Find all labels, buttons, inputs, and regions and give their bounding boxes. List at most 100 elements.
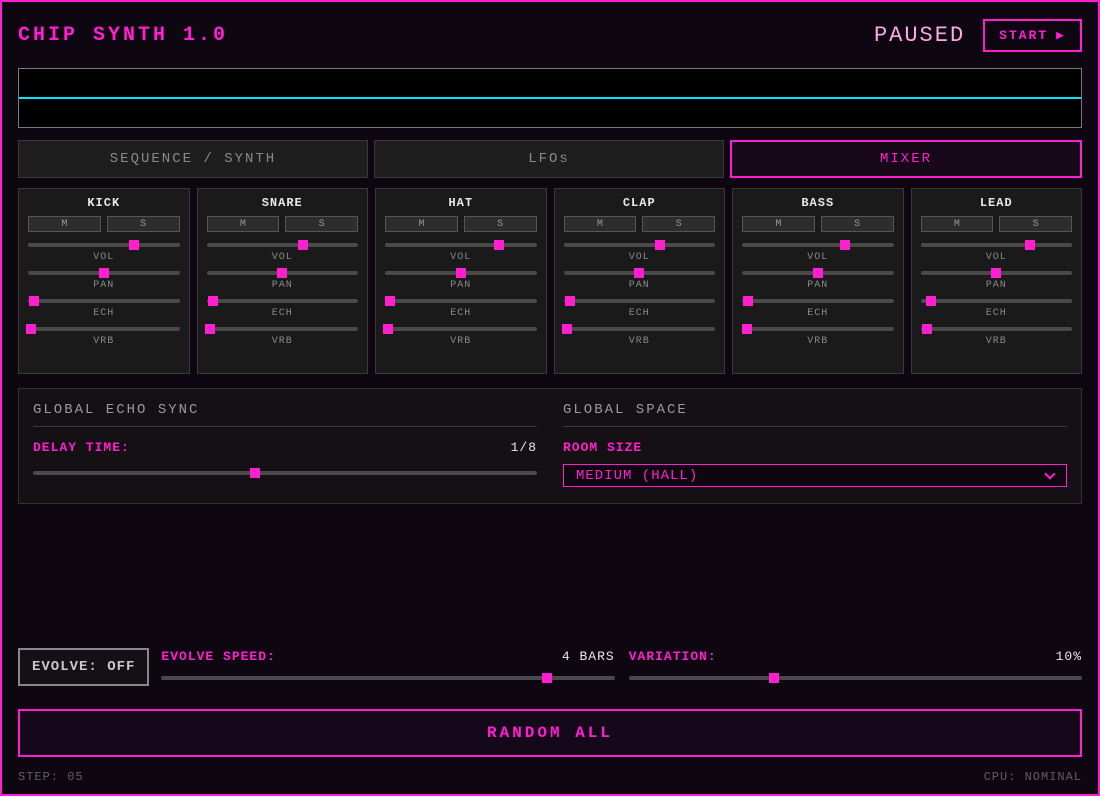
echo-slider[interactable] [920,295,1072,307]
solo-button[interactable]: S [999,216,1072,232]
slider-thumb[interactable] [204,324,215,334]
tab-sequence-synth[interactable]: SEQUENCE / SYNTH [18,140,368,178]
echo-slider[interactable] [28,295,180,307]
pan-slider[interactable] [920,267,1072,279]
vol-slider[interactable] [742,239,894,251]
slider-thumb[interactable] [384,296,395,306]
slider-thumb[interactable] [541,673,552,683]
reverb-slider[interactable] [26,323,180,335]
reverb-slider[interactable] [561,323,715,335]
global-echo-sync-section: GLOBAL ECHO SYNC DELAY TIME: 1/8 [33,402,537,487]
slider-track [206,299,358,303]
global-space-title: GLOBAL SPACE [563,402,1067,427]
delay-time-slider[interactable] [33,467,537,479]
reverb-slider[interactable] [204,323,358,335]
slider-track [385,299,537,303]
global-echo-sync-title: GLOBAL ECHO SYNC [33,402,537,427]
variation-slider[interactable] [628,672,1083,684]
room-size-select[interactable]: MEDIUM (HALL) [563,464,1067,487]
mute-solo-row: M S [206,216,358,232]
solo-button[interactable]: S [285,216,358,232]
slider-thumb[interactable] [383,324,394,334]
mute-button[interactable]: M [742,216,815,232]
reverb-slider[interactable] [741,323,894,335]
slider-thumb[interactable] [840,240,851,250]
variation-value: 10% [1055,649,1083,664]
solo-button[interactable]: S [106,216,180,232]
reverb-slider[interactable] [920,323,1072,335]
slider-thumb[interactable] [249,468,260,478]
mute-button[interactable]: M [28,216,101,232]
slider-thumb[interactable] [29,296,40,306]
pan-slider[interactable] [742,267,894,279]
room-size-label: ROOM SIZE [563,440,643,455]
slider-thumb[interactable] [741,324,752,334]
slider-thumb[interactable] [926,296,937,306]
slider-thumb[interactable] [921,324,932,334]
slider-thumb[interactable] [298,240,309,250]
mute-solo-row: M S [563,216,715,232]
delay-time-row: DELAY TIME: 1/8 [33,440,537,455]
slider-thumb[interactable] [207,296,218,306]
vol-slider[interactable] [385,239,537,251]
echo-slider[interactable] [206,295,358,307]
echo-slider[interactable] [742,295,894,307]
slider-thumb[interactable] [98,268,109,278]
echo-slider[interactable] [384,295,537,307]
slider-thumb[interactable] [1024,240,1035,250]
evolve-toggle-button[interactable]: EVOLVE: OFF [18,648,150,686]
tab-mixer[interactable]: MIXER [730,140,1082,178]
reverb-label: VRB [807,336,829,347]
channel-hat: HAT M S VOL PAN ECH VRB [375,188,547,374]
vol-slider[interactable] [920,239,1072,251]
echo-slider[interactable] [563,295,715,307]
slider-thumb[interactable] [493,240,504,250]
pan-slider[interactable] [385,267,537,279]
channel-clap: CLAP M S VOL PAN ECH VRB [553,188,725,374]
channel-name: CLAP [622,196,656,210]
random-all-button[interactable]: RANDOM ALL [18,709,1082,757]
evolve-speed-slider[interactable] [161,672,615,684]
status-bar: STEP: 05 CPU: NOMINAL [18,770,1082,784]
header-right: PAUSED START ▶ [874,18,1082,52]
vol-slider[interactable] [206,239,358,251]
mute-button[interactable]: M [206,216,280,232]
slider-thumb[interactable] [455,268,466,278]
slider-thumb[interactable] [564,296,575,306]
mute-button[interactable]: M [385,216,458,232]
slider-track [206,243,358,247]
slider-thumb[interactable] [634,268,645,278]
step-indicator: STEP: 05 [18,770,84,784]
tab-bar: SEQUENCE / SYNTH LFOs MIXER [18,140,1082,178]
reverb-slider[interactable] [383,323,537,335]
channel-bass: BASS M S VOL PAN ECH VRB [732,188,904,374]
slider-thumb[interactable] [812,268,823,278]
delay-time-label: DELAY TIME: [33,440,130,455]
slider-thumb[interactable] [991,268,1002,278]
pan-slider[interactable] [206,267,358,279]
slider-track [563,299,715,303]
evolve-speed-label: EVOLVE SPEED: [161,649,276,664]
reverb-label: VRB [985,336,1007,347]
slider-thumb[interactable] [655,240,666,250]
global-panel: GLOBAL ECHO SYNC DELAY TIME: 1/8 GLOBAL … [18,388,1082,504]
mute-button[interactable]: M [563,216,637,232]
slider-thumb[interactable] [26,324,37,334]
slider-thumb[interactable] [743,296,754,306]
solo-button[interactable]: S [820,216,894,232]
vol-slider[interactable] [28,239,180,251]
solo-button[interactable]: S [463,216,537,232]
slider-thumb[interactable] [129,240,140,250]
pan-slider[interactable] [563,267,715,279]
slider-track [920,327,1072,331]
start-button[interactable]: START ▶ [983,18,1082,52]
mute-button[interactable]: M [920,216,994,232]
slider-thumb[interactable] [768,673,779,683]
slider-thumb[interactable] [561,324,572,334]
vol-slider[interactable] [563,239,715,251]
tab-lfos[interactable]: LFOs [374,140,724,178]
pan-slider[interactable] [28,267,180,279]
slider-track [563,327,715,331]
solo-button[interactable]: S [642,216,715,232]
slider-thumb[interactable] [277,268,288,278]
